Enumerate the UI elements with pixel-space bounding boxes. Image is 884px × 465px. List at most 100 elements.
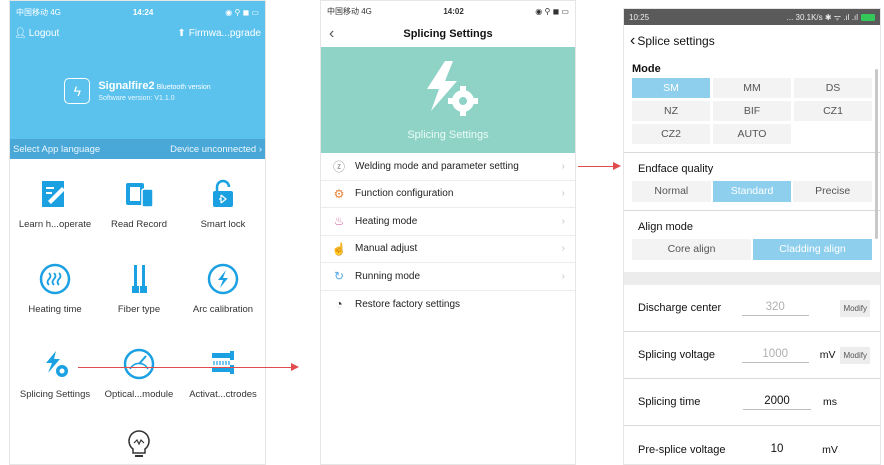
endface-option-precise[interactable]: Precise xyxy=(793,181,873,202)
settings-menu: ⓩ Welding mode and parameter setting › ⚙… xyxy=(321,153,575,318)
mode-option-mm[interactable]: MM xyxy=(713,78,791,98)
select-language-link[interactable]: Select App language xyxy=(13,144,100,155)
upload-icon: ⬆ xyxy=(177,27,186,39)
status-icons: ◉ ⚲ ◼ ▭ xyxy=(225,7,259,17)
pre-splice-voltage-input[interactable]: 10 xyxy=(743,443,811,457)
battery-icon xyxy=(861,13,875,21)
param-splicing-voltage: Splicing voltage 1000 mV Modify xyxy=(624,332,880,379)
align-mode-label: Align mode xyxy=(638,221,694,233)
gear-icon: ⚙ xyxy=(333,186,345,201)
page-title: Splicing Settings xyxy=(403,28,493,40)
menu-item-running-mode[interactable]: ↻ Running mode › xyxy=(321,263,575,291)
param-unit: ms xyxy=(823,396,837,408)
software-version: Software version: V1.1.0 xyxy=(98,95,175,102)
menu-item-manual-adjust[interactable]: ☝ Manual adjust › xyxy=(321,236,575,263)
brand-banner: ϟ Signalfire2 Bluetooth version Software … xyxy=(10,43,265,139)
logout-label: Logout xyxy=(28,27,60,39)
tile-fiber-type[interactable]: Fiber type xyxy=(96,262,182,315)
menu-item-welding-mode[interactable]: ⓩ Welding mode and parameter setting › xyxy=(321,153,575,181)
tile-label: Splicing Settings xyxy=(19,389,91,400)
carrier-text: 中国移动 4G xyxy=(327,6,372,16)
tile-learn-operate[interactable]: Learn h...operate xyxy=(12,177,98,230)
clock-text: 14:24 xyxy=(132,7,154,17)
tile-read-record[interactable]: Read Record xyxy=(96,177,182,230)
devices-icon xyxy=(126,183,154,208)
gauge-icon xyxy=(123,348,155,380)
mode-selector: SM MM DS NZ BIF CZ1 CZ2 AUTO xyxy=(624,78,880,144)
arrow-head-1 xyxy=(291,363,299,371)
splicing-voltage-input[interactable]: 1000 xyxy=(741,348,809,363)
chevron-right-icon: › xyxy=(561,188,565,200)
mode-option-ds[interactable]: DS xyxy=(794,78,872,98)
tile-heating-time[interactable]: Heating time xyxy=(12,262,98,315)
arc-calibration-icon xyxy=(207,263,239,295)
tile-smart-lock[interactable]: Smart lock xyxy=(180,177,265,230)
tile-label: Learn h...operate xyxy=(18,219,92,230)
discharge-center-input[interactable]: 320 xyxy=(741,301,809,316)
tile-activate-electrodes[interactable]: Activat...ctrodes xyxy=(180,347,265,400)
align-option-core[interactable]: Core align xyxy=(632,239,751,260)
chevron-right-icon: › xyxy=(561,243,565,255)
title-bar: ‹ Splice settings xyxy=(624,25,880,57)
firmware-upgrade-button[interactable]: ⬆ Firmwa...pgrade xyxy=(177,28,261,39)
endface-option-standard[interactable]: Standard xyxy=(712,181,792,202)
menu-item-heating-mode[interactable]: ♨ Heating mode › xyxy=(321,208,575,236)
mode-option-sm[interactable]: SM xyxy=(632,78,710,98)
param-label: Pre-splice voltage xyxy=(638,443,726,456)
tile-label: Fiber type xyxy=(117,304,161,315)
bluetooth-lock-icon xyxy=(213,179,233,207)
tile-arc-calibration[interactable]: Arc calibration xyxy=(180,262,265,315)
arrow-head-2 xyxy=(613,162,621,170)
restore-icon: ◔ xyxy=(335,297,343,312)
menu-label: Function configuration xyxy=(355,188,454,200)
scrollbar[interactable] xyxy=(875,69,878,239)
chevron-right-icon: › xyxy=(561,270,565,282)
back-button[interactable]: ‹ xyxy=(630,32,635,50)
status-icons: ◉ ⚲ ◼ ▭ xyxy=(535,6,569,16)
back-button[interactable]: ‹ xyxy=(329,21,334,47)
param-splicing-time: Splicing time 2000 ms xyxy=(624,379,880,426)
tile-label: Optical...module xyxy=(104,389,174,400)
param-unit: mV xyxy=(819,349,836,361)
settings-banner: Splicing Settings xyxy=(321,47,575,153)
align-mode-selector: Core align Cladding align xyxy=(624,239,880,260)
align-option-cladding[interactable]: Cladding align xyxy=(753,239,872,260)
tile-splicing-settings[interactable]: Splicing Settings xyxy=(12,347,98,400)
param-pre-splice-voltage: Pre-splice voltage 10 mV xyxy=(624,426,880,464)
title-bar: ‹ Splicing Settings xyxy=(321,21,575,47)
tile-label: Smart lock xyxy=(200,219,246,230)
menu-label: Restore factory settings xyxy=(355,298,461,310)
lightning-logo-icon: ϟ xyxy=(64,78,91,104)
tile-bulb[interactable] xyxy=(96,427,182,464)
param-label: Splicing time xyxy=(638,396,701,408)
menu-item-function-config[interactable]: ⚙ Function configuration › xyxy=(321,181,575,208)
user-icon: 👤︎ xyxy=(14,27,27,39)
status-bar: 10:25 ... 30.1K/s ✱ ᯤ .ıl .ıl xyxy=(624,9,880,25)
mode-option-nz[interactable]: NZ xyxy=(632,101,710,121)
heating-timer-icon xyxy=(39,263,71,295)
param-discharge-center: Discharge center 320 Modify xyxy=(624,285,880,332)
mode-option-auto[interactable]: AUTO xyxy=(713,124,791,144)
tile-label: Activat...ctrodes xyxy=(189,389,257,400)
status-bar: 中国移动 4G 14:24 ◉ ⚲ ◼ ▭ xyxy=(10,1,265,23)
electrode-icon xyxy=(212,351,234,374)
menu-item-restore-factory[interactable]: ◔ Restore factory settings xyxy=(321,291,575,319)
tile-optical-module[interactable]: Optical...module xyxy=(96,347,182,400)
brand-title: Signalfire2 xyxy=(98,80,155,92)
device-status-link[interactable]: Device unconnected › xyxy=(170,144,262,155)
modify-button[interactable]: Modify xyxy=(840,346,870,364)
endface-option-normal[interactable]: Normal xyxy=(632,181,711,202)
device-status-text: Device unconnected xyxy=(170,143,257,155)
mode-option-bif[interactable]: BIF xyxy=(713,101,791,121)
menu-label: Manual adjust xyxy=(355,243,418,255)
param-label: Splicing voltage xyxy=(638,349,716,361)
mode-option-cz1[interactable]: CZ1 xyxy=(794,101,872,121)
modify-button[interactable]: Modify xyxy=(840,299,870,317)
endface-quality-selector: Normal Standard Precise xyxy=(624,181,880,202)
edit-note-icon xyxy=(42,181,65,207)
splicing-time-input[interactable]: 2000 xyxy=(743,395,811,410)
lightning-circle-icon: ⓩ xyxy=(332,159,345,174)
logout-button[interactable]: 👤︎ Logout xyxy=(14,28,59,39)
mode-label: Mode xyxy=(632,63,661,75)
mode-option-cz2[interactable]: CZ2 xyxy=(632,124,710,144)
